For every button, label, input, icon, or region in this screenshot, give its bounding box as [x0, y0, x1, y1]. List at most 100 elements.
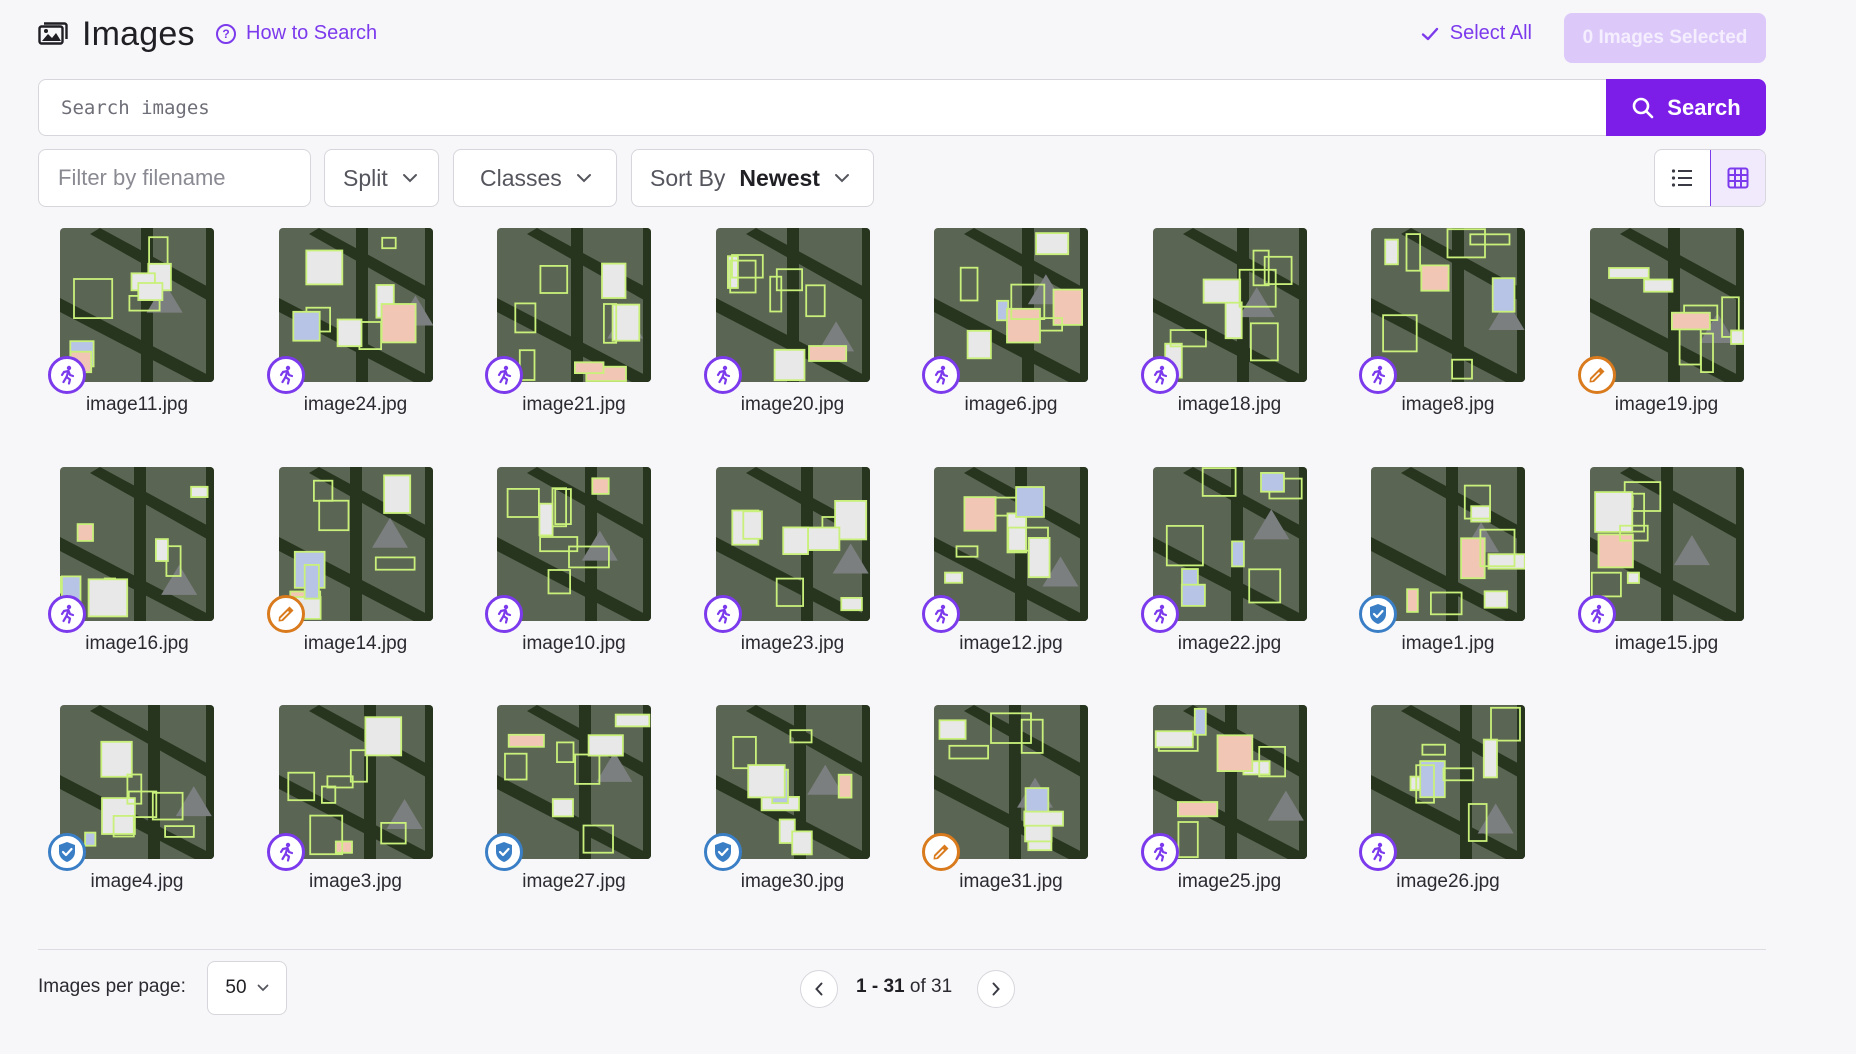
image-thumbnail[interactable] [497, 466, 651, 621]
running-person-icon [716, 604, 730, 624]
search-button[interactable]: Search [1606, 79, 1766, 136]
image-thumbnail[interactable] [934, 466, 1088, 621]
thumbnail-graphic [1371, 466, 1525, 621]
split-badge [266, 356, 305, 394]
images-selected-button[interactable]: 0 Images Selected [1564, 13, 1766, 63]
image-thumbnail[interactable] [60, 228, 214, 382]
image-card[interactable]: image10.jpg [485, 466, 651, 667]
image-filename: image22.jpg [1177, 632, 1282, 654]
image-thumbnail[interactable] [715, 466, 870, 621]
image-card[interactable]: image27.jpg [485, 705, 651, 905]
chevron-down-icon [257, 984, 268, 992]
image-thumbnail[interactable] [60, 466, 214, 621]
image-filename: image14.jpg [303, 632, 408, 654]
split-badge [485, 356, 523, 394]
filter-bar: Split Classes Sort By Newest [38, 149, 1766, 207]
image-thumbnail[interactable] [934, 705, 1088, 859]
image-card[interactable]: image24.jpg [266, 228, 433, 428]
running-person-icon [1153, 365, 1167, 385]
image-card[interactable]: image20.jpg [703, 228, 870, 428]
image-filename: image30.jpg [740, 871, 845, 892]
per-page-select[interactable]: 50 [207, 961, 287, 1015]
image-filename: image10.jpg [522, 632, 626, 654]
image-card[interactable]: image18.jpg [1140, 228, 1307, 428]
image-card[interactable]: image22.jpg [1140, 466, 1307, 667]
image-card[interactable]: image6.jpg [922, 228, 1088, 428]
image-filename: image27.jpg [522, 871, 626, 892]
next-page-button[interactable] [977, 970, 1015, 1008]
image-thumbnail[interactable] [497, 705, 651, 859]
footer-divider [38, 949, 1766, 950]
select-all-button[interactable]: Select All [1420, 22, 1532, 45]
image-card[interactable]: image15.jpg [1577, 466, 1744, 667]
image-thumbnail[interactable] [497, 228, 651, 382]
running-person-icon [934, 604, 949, 624]
image-thumbnail[interactable] [60, 705, 214, 859]
image-thumbnail[interactable] [1371, 228, 1525, 382]
image-thumbnail[interactable] [278, 705, 433, 859]
image-filename: image1.jpg [1401, 632, 1495, 654]
sort-dropdown-value: Newest [739, 164, 820, 191]
page-range: 1 - 31 [856, 976, 905, 997]
image-thumbnail[interactable] [278, 466, 433, 621]
image-filename: image15.jpg [1614, 632, 1719, 654]
total-count: 31 [931, 976, 953, 997]
sort-dropdown[interactable]: Sort By Newest [631, 149, 874, 207]
view-toggle [1654, 149, 1766, 207]
thumbnail-graphic [1589, 466, 1744, 621]
thumbnail-graphic [715, 705, 870, 859]
image-thumbnail[interactable] [1589, 228, 1744, 382]
split-badge [703, 356, 742, 394]
image-card[interactable]: image8.jpg [1359, 228, 1525, 428]
image-card[interactable]: image3.jpg [266, 705, 433, 905]
how-to-search-link[interactable]: ? How to Search [216, 22, 377, 45]
image-thumbnail[interactable] [1152, 705, 1307, 859]
image-thumbnail[interactable] [934, 228, 1088, 382]
grid-view-button[interactable] [1709, 150, 1765, 206]
split-dropdown[interactable]: Split [324, 149, 439, 207]
image-card[interactable]: image11.jpg [48, 228, 214, 428]
image-thumbnail[interactable] [1152, 228, 1307, 382]
split-badge [1140, 833, 1179, 871]
images-icon [38, 22, 68, 45]
image-card[interactable]: image12.jpg [922, 466, 1088, 667]
classes-dropdown[interactable]: Classes [453, 149, 617, 207]
image-thumbnail[interactable] [715, 228, 870, 382]
image-card[interactable]: image30.jpg [703, 705, 870, 905]
filename-filter-input[interactable] [38, 149, 311, 207]
search-input[interactable] [38, 79, 1608, 136]
image-card[interactable]: image19.jpg [1577, 228, 1744, 428]
image-card[interactable]: image16.jpg [48, 466, 214, 667]
image-filename: image12.jpg [959, 632, 1063, 654]
chevron-down-icon [576, 174, 591, 183]
thumbnail-graphic [1371, 705, 1525, 859]
page-title: Images [82, 14, 195, 53]
image-card[interactable]: image4.jpg [48, 705, 214, 905]
split-badge [485, 594, 523, 633]
search-bar: Search [38, 79, 1766, 136]
image-thumbnail[interactable] [1589, 466, 1744, 621]
image-filename: image25.jpg [1177, 871, 1282, 892]
image-card[interactable]: image26.jpg [1359, 705, 1525, 905]
image-card[interactable]: image23.jpg [703, 466, 870, 667]
image-thumbnail[interactable] [715, 705, 870, 859]
split-badge [922, 594, 960, 633]
image-card[interactable]: image14.jpg [266, 466, 433, 667]
thumbnail-graphic [278, 705, 433, 859]
running-person-icon [1590, 604, 1604, 624]
running-person-icon [497, 604, 512, 624]
image-thumbnail[interactable] [278, 228, 433, 382]
image-thumbnail[interactable] [1152, 466, 1307, 621]
image-card[interactable]: image25.jpg [1140, 705, 1307, 905]
split-badge [266, 594, 305, 633]
image-card[interactable]: image1.jpg [1359, 466, 1525, 667]
previous-page-button[interactable] [800, 970, 838, 1008]
sort-dropdown-label: Sort By [650, 164, 726, 191]
thumbnail-graphic [60, 466, 214, 621]
list-view-button[interactable] [1655, 150, 1710, 206]
split-badge [1577, 356, 1616, 394]
image-thumbnail[interactable] [1371, 705, 1525, 859]
image-thumbnail[interactable] [1371, 466, 1525, 621]
image-card[interactable]: image21.jpg [485, 228, 651, 428]
image-card[interactable]: image31.jpg [922, 705, 1088, 905]
